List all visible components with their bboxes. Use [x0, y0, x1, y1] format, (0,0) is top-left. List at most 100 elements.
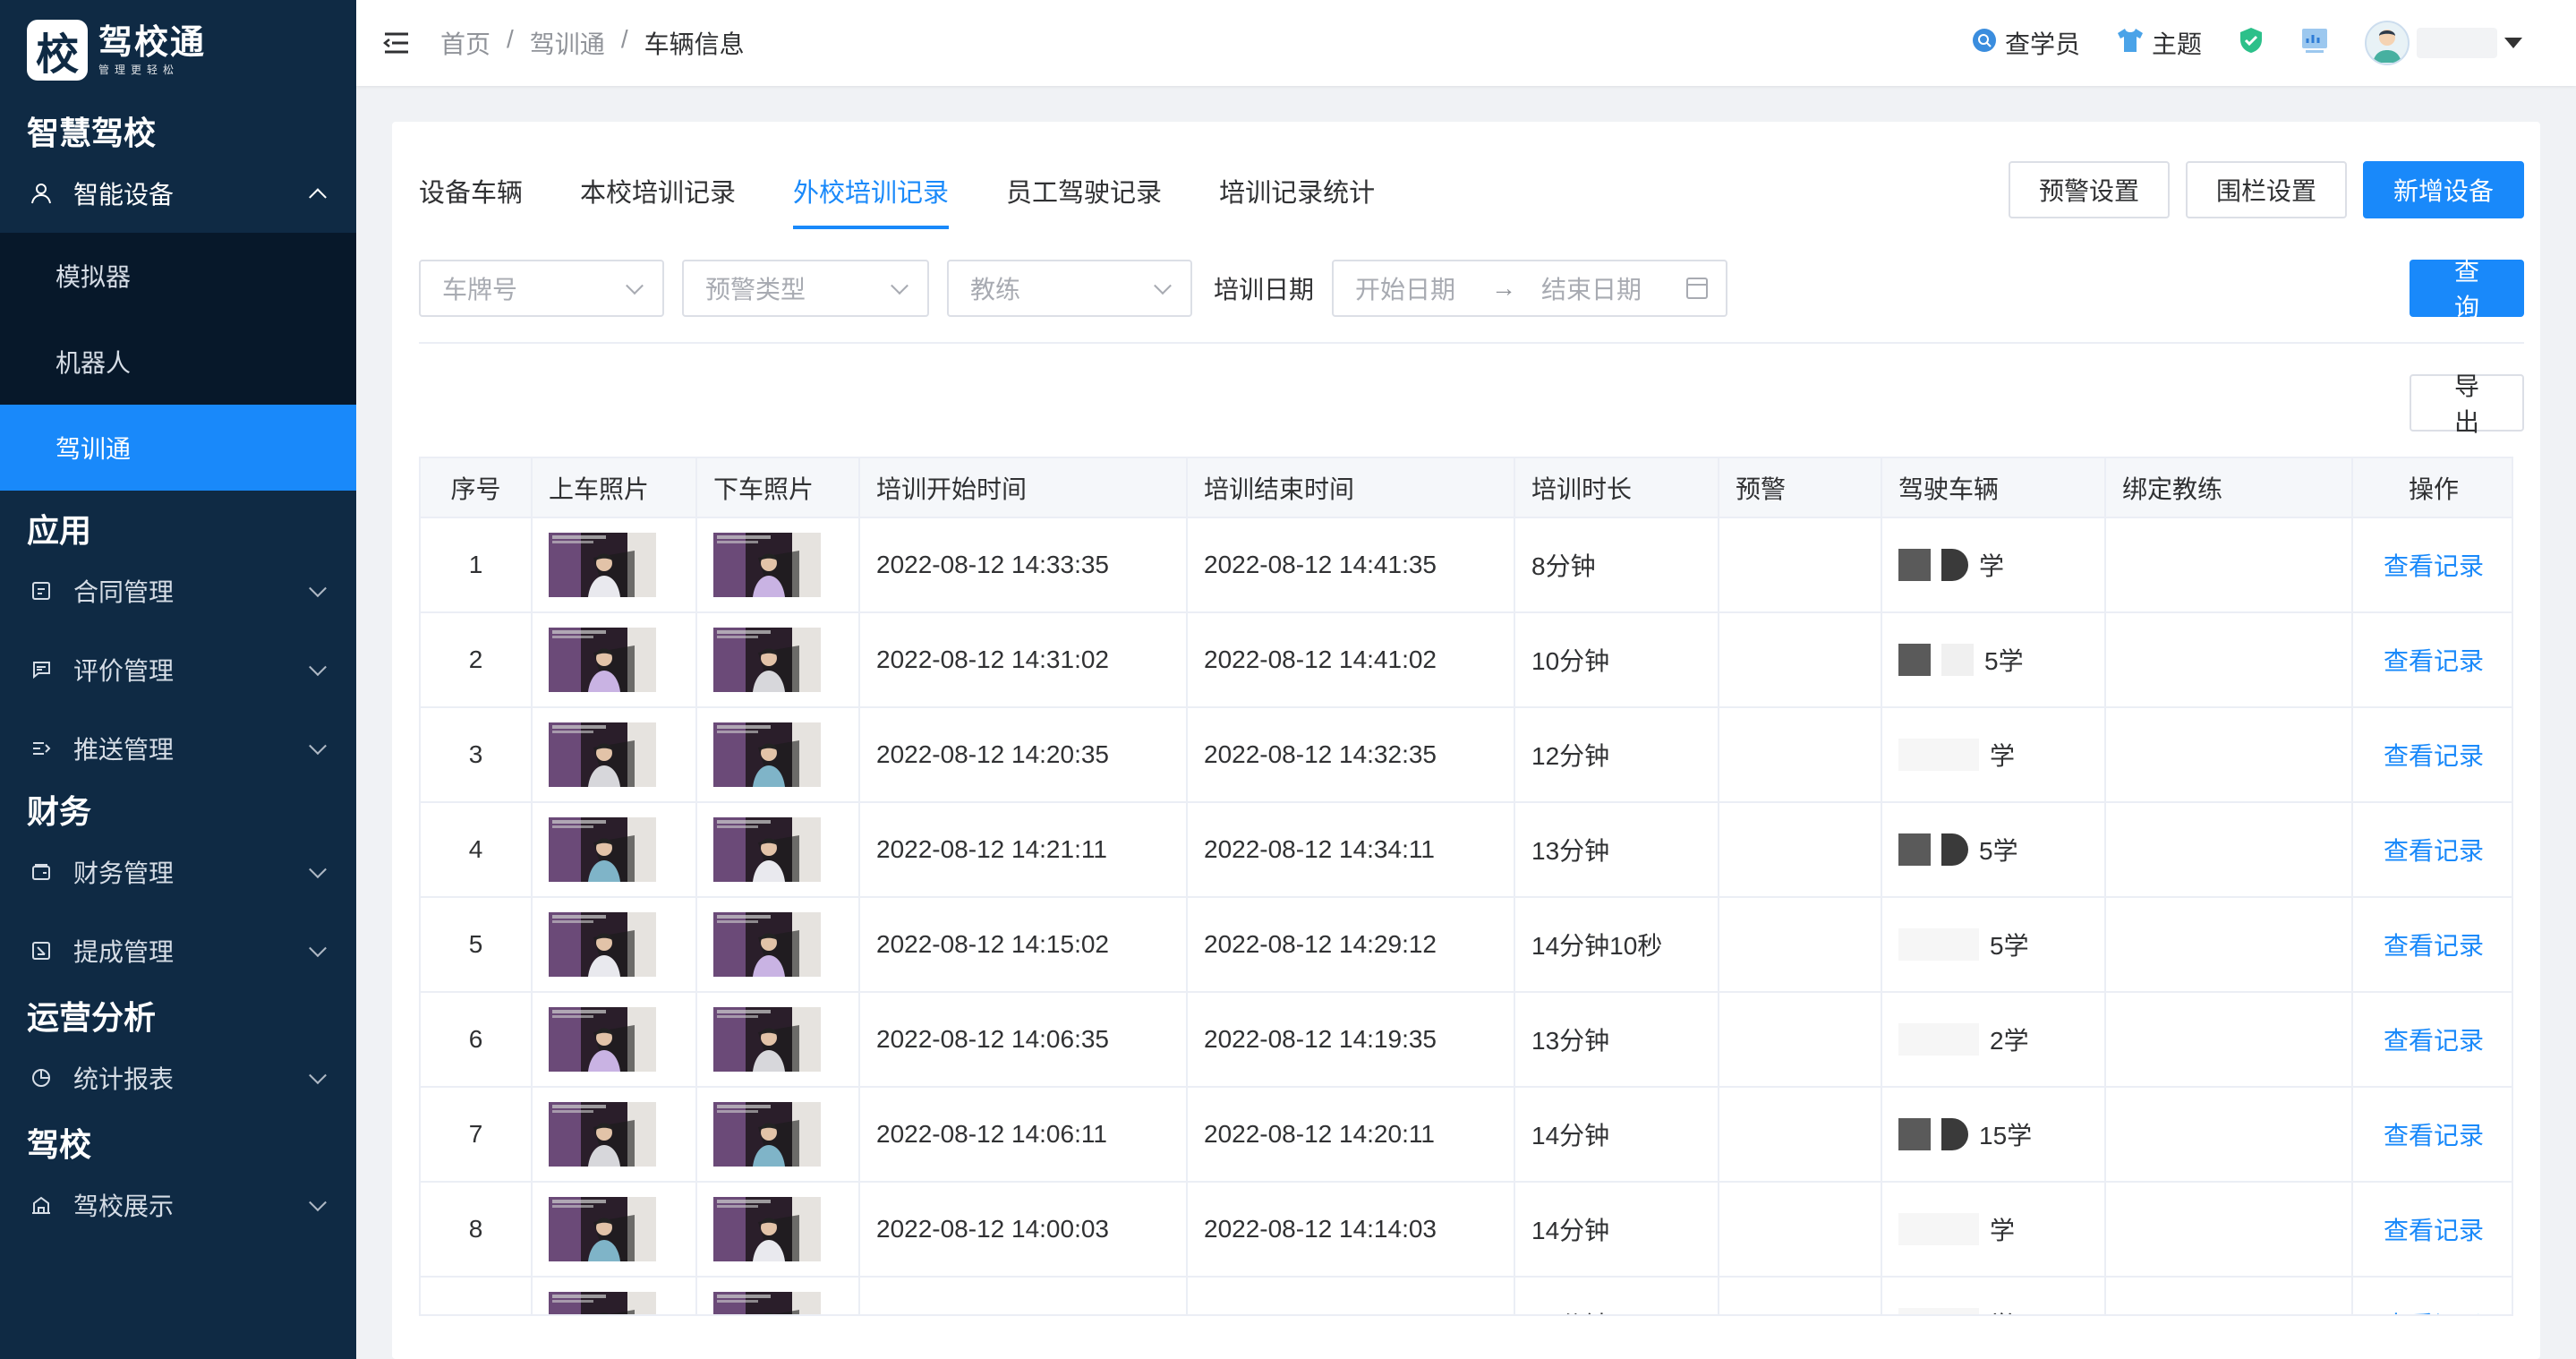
menu-finance[interactable]: 财务管理	[0, 833, 356, 911]
cell-alighting-photo[interactable]	[696, 517, 860, 613]
warning-type-select[interactable]: 预警类型	[682, 260, 929, 317]
tab-local-training[interactable]: 本校培训记录	[580, 172, 736, 229]
boarding-photo-thumb[interactable]	[549, 1292, 695, 1314]
query-button[interactable]: 查 询	[2410, 258, 2524, 321]
menu-push[interactable]: 推送管理	[0, 709, 356, 788]
cell-boarding-photo[interactable]	[532, 897, 697, 993]
cell-duration: 12分钟	[1514, 707, 1719, 803]
sidebar-item-robot[interactable]: 机器人	[0, 319, 356, 405]
warning-settings-button[interactable]: 预警设置	[2008, 161, 2170, 218]
view-record-link[interactable]: 查看记录	[2384, 1027, 2484, 1055]
view-record-link[interactable]: 查看记录	[2384, 932, 2484, 960]
redacted-block	[1898, 833, 1931, 866]
cell-alighting-photo[interactable]	[696, 707, 860, 803]
menu-fold-icon[interactable]	[382, 32, 410, 54]
cell-index: 3	[421, 707, 533, 803]
fence-settings-button[interactable]: 围栏设置	[2185, 161, 2347, 218]
cell-boarding-photo[interactable]	[532, 802, 697, 898]
alighting-photo-thumb[interactable]	[713, 1292, 858, 1314]
chevron-down-icon	[309, 658, 327, 677]
boarding-photo-thumb[interactable]	[549, 722, 695, 787]
breadcrumb-home[interactable]: 首页	[440, 25, 490, 61]
cell-warning	[1719, 707, 1882, 803]
cell-alighting-photo[interactable]	[696, 1087, 860, 1183]
comment-icon	[29, 657, 54, 682]
vehicle-suffix: 5学	[1990, 932, 2029, 960]
cell-boarding-photo[interactable]	[532, 1277, 697, 1314]
sidebar: 校 驾校通 管理更轻松 智慧驾校 智能设备 模拟器 机器人 驾训通 应用 合同管…	[0, 0, 356, 1359]
plate-select[interactable]: 车牌号	[419, 260, 664, 317]
alighting-photo-thumb[interactable]	[713, 817, 858, 882]
boarding-photo-thumb[interactable]	[549, 912, 695, 977]
cell-alighting-photo[interactable]	[696, 612, 860, 708]
tab-staff-driving[interactable]: 员工驾驶记录	[1006, 172, 1162, 229]
student-lookup-button[interactable]: 查学员	[1971, 25, 2080, 61]
cell-action: 查看记录	[2352, 992, 2512, 1088]
cell-start-time: 2022-08-12 14:06:35	[859, 992, 1188, 1088]
tab-external-training[interactable]: 外校培训记录	[793, 172, 950, 229]
menu-evaluation[interactable]: 评价管理	[0, 630, 356, 709]
alighting-photo-thumb[interactable]	[713, 1197, 858, 1261]
end-date-input[interactable]: 结束日期	[1541, 270, 1642, 306]
view-record-link[interactable]: 查看记录	[2384, 1217, 2484, 1244]
sidebar-item-simulator[interactable]: 模拟器	[0, 233, 356, 319]
alighting-photo-thumb[interactable]	[713, 628, 858, 692]
breadcrumb-jiaxuntong[interactable]: 驾训通	[530, 25, 605, 61]
menu-label: 合同管理	[73, 578, 175, 606]
alighting-photo-thumb[interactable]	[713, 912, 858, 977]
tab-device-vehicle[interactable]: 设备车辆	[419, 172, 523, 229]
view-record-link[interactable]: 查看记录	[2384, 1122, 2484, 1150]
coach-select[interactable]: 教练	[947, 260, 1192, 317]
view-record-link[interactable]: 查看记录	[2384, 1312, 2484, 1314]
vehicle-suffix: 学	[1979, 552, 2005, 580]
cell-coach	[2105, 992, 2353, 1088]
boarding-photo-thumb[interactable]	[549, 628, 695, 692]
theme-label: 主题	[2151, 30, 2202, 58]
alighting-photo-thumb[interactable]	[713, 722, 858, 787]
export-button[interactable]: 导 出	[2410, 372, 2524, 436]
cell-alighting-photo[interactable]	[696, 992, 860, 1088]
menu-reports[interactable]: 统计报表	[0, 1038, 356, 1117]
start-date-input[interactable]: 开始日期	[1355, 270, 1455, 306]
cell-vehicle: 学	[1881, 707, 2106, 803]
wallet-icon	[29, 859, 54, 885]
records-table[interactable]: 序号 上车照片 下车照片 培训开始时间 培训结束时间 培训时长 预警 驾驶车辆 …	[419, 457, 2513, 1316]
tab-training-stats[interactable]: 培训记录统计	[1219, 172, 1375, 229]
brand[interactable]: 校 驾校通 管理更轻松	[0, 0, 356, 100]
view-record-link[interactable]: 查看记录	[2384, 837, 2484, 865]
cell-boarding-photo[interactable]	[532, 1087, 697, 1183]
warning-type-placeholder: 预警类型	[705, 276, 806, 303]
cell-boarding-photo[interactable]	[532, 707, 697, 803]
cell-alighting-photo[interactable]	[696, 897, 860, 993]
cell-boarding-photo[interactable]	[532, 517, 697, 613]
view-record-link[interactable]: 查看记录	[2384, 742, 2484, 770]
boarding-photo-thumb[interactable]	[549, 1102, 695, 1167]
menu-commission[interactable]: 提成管理	[0, 911, 356, 990]
cell-boarding-photo[interactable]	[532, 1182, 697, 1278]
view-record-link[interactable]: 查看记录	[2384, 647, 2484, 675]
dashboard-icon[interactable]	[2300, 27, 2329, 60]
theme-button[interactable]: 主题	[2116, 25, 2202, 61]
training-date-range[interactable]: 开始日期 → 结束日期	[1332, 260, 1728, 317]
boarding-photo-thumb[interactable]	[549, 533, 695, 597]
alighting-photo-thumb[interactable]	[713, 1007, 858, 1072]
cell-boarding-photo[interactable]	[532, 612, 697, 708]
menu-smart-device[interactable]: 智能设备	[0, 154, 356, 233]
alighting-photo-thumb[interactable]	[713, 533, 858, 597]
view-record-link[interactable]: 查看记录	[2384, 552, 2484, 580]
add-device-button[interactable]: 新增设备	[2362, 161, 2524, 218]
cell-alighting-photo[interactable]	[696, 1277, 860, 1314]
cell-action: 查看记录	[2352, 1277, 2512, 1314]
user-menu[interactable]	[2365, 21, 2522, 65]
boarding-photo-thumb[interactable]	[549, 1197, 695, 1261]
cell-boarding-photo[interactable]	[532, 992, 697, 1088]
sidebar-item-jiaxuntong[interactable]: 驾训通	[0, 405, 356, 491]
boarding-photo-thumb[interactable]	[549, 817, 695, 882]
menu-contract[interactable]: 合同管理	[0, 551, 356, 630]
cell-alighting-photo[interactable]	[696, 1182, 860, 1278]
boarding-photo-thumb[interactable]	[549, 1007, 695, 1072]
alighting-photo-thumb[interactable]	[713, 1102, 858, 1167]
menu-school-display[interactable]: 驾校展示	[0, 1166, 356, 1244]
cell-alighting-photo[interactable]	[696, 802, 860, 898]
shield-icon[interactable]	[2238, 26, 2265, 61]
